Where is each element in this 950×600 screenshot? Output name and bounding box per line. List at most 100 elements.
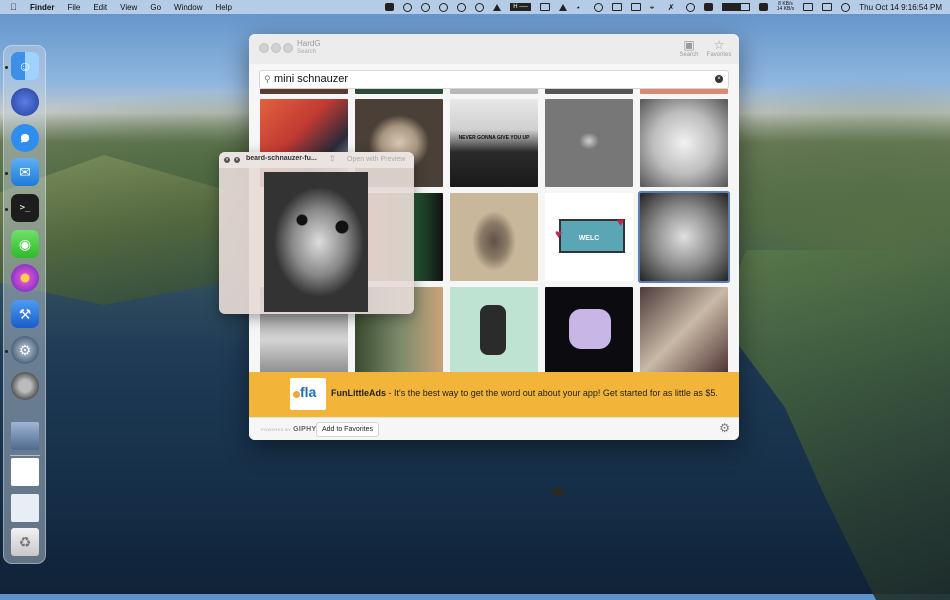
gif-thumbnail[interactable]	[260, 89, 348, 94]
messages-dock-icon[interactable]: ◉	[11, 230, 39, 258]
menu-view[interactable]: View	[120, 3, 137, 12]
safari-dock-icon[interactable]: ➚	[11, 124, 39, 152]
share-icon[interactable]: ⇧	[329, 154, 336, 163]
siri-icon[interactable]	[841, 2, 851, 12]
quicklook-preview: × × beard-schnauzer-fu... ⇧ Open with Pr…	[219, 152, 414, 314]
running-indicator	[5, 208, 8, 211]
spotlight-icon[interactable]	[685, 2, 695, 12]
battery-icon[interactable]	[611, 3, 622, 11]
schnauzer-drawing	[480, 305, 506, 355]
gif-thumbnail[interactable]	[450, 287, 538, 372]
menu-app-name[interactable]: Finder	[30, 3, 54, 12]
search-input[interactable]	[274, 72, 704, 86]
logo-dot	[293, 391, 300, 398]
logo-text: fla	[300, 384, 317, 400]
search-icon: ⚲	[264, 74, 271, 84]
launchpad-dock-icon[interactable]	[11, 88, 39, 116]
lock-status-icon[interactable]	[475, 2, 485, 12]
mail-dock-icon[interactable]: ✉	[11, 158, 39, 186]
cpu-meter-icon[interactable]	[721, 3, 750, 11]
gif-thumbnail[interactable]	[640, 89, 728, 94]
close-window-button[interactable]	[259, 43, 269, 53]
gif-thumbnail[interactable]	[640, 287, 728, 372]
network-speed[interactable]: 8 KB/s 14 KB/s	[777, 2, 795, 12]
gif-thumbnail[interactable]	[545, 287, 633, 372]
speech-status-icon[interactable]	[439, 2, 449, 12]
net-speed-down: 14 KB/s	[776, 6, 795, 12]
refresh-status-icon[interactable]	[457, 2, 467, 12]
running-indicator	[5, 66, 8, 69]
window-subtitle: Search	[297, 49, 317, 55]
zoom-window-button[interactable]	[283, 43, 293, 53]
menu-file[interactable]: File	[67, 3, 80, 12]
display-icon[interactable]	[630, 3, 641, 11]
rocket-status-icon[interactable]	[558, 3, 567, 11]
menu-clock[interactable]: Thu Oct 14 9:16:54 PM	[859, 3, 942, 12]
gif-thumbnail[interactable]	[545, 89, 633, 94]
disk-utility-dock-icon[interactable]	[11, 372, 39, 400]
ad-body: - It's the best way to get the word out …	[386, 388, 718, 398]
close-preview-icon[interactable]: ×	[224, 157, 230, 163]
gear-icon[interactable]: ⚙	[719, 422, 730, 434]
clear-search-icon[interactable]: ×	[715, 75, 723, 83]
fullscreen-preview-icon[interactable]: ×	[234, 157, 240, 163]
memory-meter-icon[interactable]	[758, 3, 768, 11]
wifi-icon[interactable]: ⌖	[650, 3, 659, 12]
star-icon: ☆	[713, 38, 725, 52]
gif-thumbnail[interactable]: WELC ♥ ♥	[545, 193, 633, 281]
finder-dock-icon[interactable]: ☺	[11, 52, 39, 80]
gif-thumbnail[interactable]	[450, 193, 538, 281]
bluetooth-icon[interactable]: ⋆	[576, 3, 585, 12]
photos-dock-icon[interactable]	[11, 264, 39, 292]
window-titlebar[interactable]: HardG Search ▣ Search ☆ Favorites	[249, 34, 739, 64]
xcode-dock-icon[interactable]: ⚒	[11, 300, 39, 328]
window-title: HardG	[297, 39, 321, 48]
system-preferences-dock-icon[interactable]: ⚙	[11, 336, 39, 364]
preview-filename: beard-schnauzer-fu...	[246, 155, 317, 162]
hardg-status-icon[interactable]: H ──	[510, 3, 531, 11]
ad-brand: FunLittleAds	[331, 388, 386, 398]
calendar-icon[interactable]	[803, 3, 814, 11]
apple-menu-icon[interactable]: 	[10, 2, 20, 12]
menu-window[interactable]: Window	[174, 3, 202, 12]
trash-dock-icon[interactable]: ♻	[11, 528, 39, 556]
running-indicator	[5, 172, 8, 175]
funlittleads-logo: fla	[290, 378, 326, 410]
wifi-off-icon[interactable]: ✗	[668, 3, 677, 12]
toolbar-favorites-label: Favorites	[706, 52, 732, 58]
toolbar-favorites-button[interactable]: ☆ Favorites	[701, 38, 737, 58]
robot-status-icon[interactable]	[403, 2, 413, 12]
menu-bar:  Finder File Edit View Go Window Help H…	[0, 0, 950, 14]
gif-thumbnail[interactable]	[545, 99, 633, 187]
ad-banner[interactable]: fla FunLittleAds - It's the best way to …	[249, 372, 739, 417]
gif-thumbnail[interactable]: NEVER GONNA GIVE YOU UP	[450, 99, 538, 187]
add-to-favorites-button[interactable]: Add to Favorites	[316, 422, 379, 437]
screenshot-thumbnail-dock-icon[interactable]	[11, 422, 39, 450]
window-footer: POWERED BY GIPHY Add to Favorites ⚙	[249, 417, 739, 440]
gif-thumbnail[interactable]	[450, 89, 538, 94]
switches-icon[interactable]	[822, 3, 833, 11]
powered-by-label: POWERED BY	[261, 427, 292, 432]
gif-thumbnail[interactable]	[640, 99, 728, 187]
search-field[interactable]: ⚲ ×	[259, 70, 729, 89]
screenshot-status-icon[interactable]	[539, 3, 550, 11]
time-machine-icon[interactable]	[593, 2, 603, 12]
menu-edit[interactable]: Edit	[93, 3, 107, 12]
flame-status-icon[interactable]	[493, 3, 502, 11]
cloud-status-icon[interactable]	[385, 3, 395, 11]
settings-status-icon[interactable]	[421, 2, 431, 12]
running-indicator	[5, 350, 8, 353]
gif-thumbnail[interactable]	[355, 89, 443, 94]
document-stack-dock-icon[interactable]	[11, 458, 39, 486]
minimize-window-button[interactable]	[271, 43, 281, 53]
open-with-preview-button[interactable]: Open with Preview	[347, 156, 405, 163]
wallpaper-rock	[552, 487, 564, 496]
preview-header[interactable]: × × beard-schnauzer-fu... ⇧ Open with Pr…	[219, 152, 414, 168]
menu-help[interactable]: Help	[215, 3, 231, 12]
cartoon-dog	[569, 309, 611, 349]
menu-go[interactable]: Go	[150, 3, 161, 12]
gif-thumbnail-selected[interactable]	[640, 193, 728, 281]
terminal-dock-icon[interactable]: >_	[11, 194, 39, 222]
downloads-stack-dock-icon[interactable]	[11, 494, 39, 522]
control-center-icon[interactable]	[703, 3, 713, 11]
